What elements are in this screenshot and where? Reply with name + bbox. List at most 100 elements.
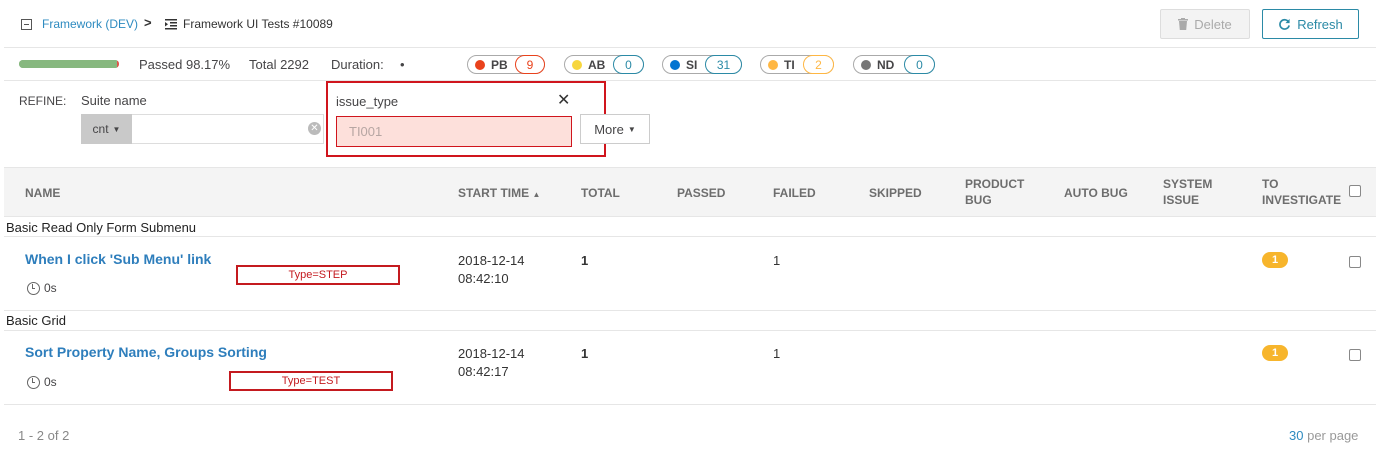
col-start-time-label: START TIME xyxy=(458,186,530,200)
row-checkbox[interactable] xyxy=(1349,256,1361,268)
test-name-link[interactable]: Sort Property Name, Groups Sorting xyxy=(25,344,267,360)
duration-value: 0s xyxy=(44,281,57,295)
divider xyxy=(4,404,1376,405)
defect-count: 0 xyxy=(904,55,935,74)
list-indent-icon xyxy=(165,19,177,30)
col-skipped[interactable]: SKIPPED xyxy=(869,185,922,201)
col-to-investigate-line1: TO xyxy=(1262,177,1279,191)
divider xyxy=(4,47,1376,48)
col-passed[interactable]: PASSED xyxy=(677,185,725,201)
total-value: 1 xyxy=(581,346,589,361)
failed-value[interactable]: 1 xyxy=(773,345,780,363)
pass-progress-bar xyxy=(19,60,119,68)
passed-stat: Passed 98.17% xyxy=(139,57,231,72)
defect-ti[interactable]: TI 2 xyxy=(760,55,834,74)
start-date: 2018-12-14 xyxy=(458,346,525,361)
start-time: 2018-12-14 08:42:17 xyxy=(458,345,525,381)
start-date: 2018-12-14 xyxy=(458,253,525,268)
duration-value: 0s xyxy=(44,375,57,389)
defect-nd[interactable]: ND 0 xyxy=(853,55,935,74)
more-label: More xyxy=(594,121,624,137)
start-clock: 08:42:17 xyxy=(458,364,509,379)
nd-dot-icon xyxy=(861,59,871,70)
defect-count: 31 xyxy=(705,55,742,74)
delete-button[interactable]: Delete xyxy=(1160,9,1250,39)
breadcrumb-separator: > xyxy=(144,15,152,30)
per-page-selector[interactable]: 30 per page xyxy=(1289,428,1358,443)
per-page-label: per page xyxy=(1307,428,1359,443)
pb-dot-icon xyxy=(475,59,485,70)
col-system-issue-line2: ISSUE xyxy=(1163,193,1200,207)
group-label: Basic Grid xyxy=(6,313,66,328)
col-product-bug-line1: PRODUCT xyxy=(965,177,1025,191)
divider xyxy=(4,310,1376,311)
breadcrumb-launch-link[interactable]: Framework (DEV) xyxy=(42,17,138,31)
collapse-icon[interactable] xyxy=(21,19,32,30)
to-investigate-badge[interactable]: 1 xyxy=(1262,345,1288,361)
select-all-checkbox[interactable] xyxy=(1349,185,1361,197)
delete-label: Delete xyxy=(1194,16,1232,32)
total-stat: Total 2292 xyxy=(249,57,309,72)
issue-type-input[interactable]: TI001 xyxy=(336,116,572,147)
defect-pb[interactable]: PB 9 xyxy=(467,55,545,74)
pagination-range: 1 - 2 of 2 xyxy=(18,428,70,443)
group-label: Basic Read Only Form Submenu xyxy=(6,220,197,235)
sort-asc-icon: ▲ xyxy=(532,190,541,199)
defect-count: 0 xyxy=(613,55,644,74)
divider xyxy=(4,80,1376,81)
duration-value: • xyxy=(400,57,405,72)
total-value: 1 xyxy=(581,253,589,268)
duration: 0s xyxy=(27,281,57,295)
condition-dropdown[interactable]: cnt ▼ xyxy=(81,114,132,144)
clock-icon xyxy=(27,281,40,295)
refine-label: REFINE: xyxy=(19,94,67,108)
defect-code: SI xyxy=(686,57,698,72)
issue-type-title: issue_type xyxy=(336,94,399,109)
defect-count: 2 xyxy=(803,55,834,74)
test-name-link[interactable]: When I click 'Sub Menu' link xyxy=(25,251,211,267)
type-annotation: Type=TEST xyxy=(229,371,393,391)
col-name[interactable]: NAME xyxy=(25,185,60,201)
refresh-button[interactable]: Refresh xyxy=(1262,9,1359,39)
trash-icon xyxy=(1178,18,1189,30)
col-system-issue[interactable]: SYSTEM ISSUE xyxy=(1163,176,1212,208)
col-start-time[interactable]: START TIME ▲ xyxy=(458,185,540,203)
clock-icon xyxy=(27,375,40,389)
progress-fill xyxy=(19,60,118,68)
col-to-investigate-line2: INVESTIGATE xyxy=(1262,193,1342,207)
divider xyxy=(4,330,1376,331)
breadcrumb-current: Framework UI Tests #10089 xyxy=(183,17,333,31)
start-time: 2018-12-14 08:42:10 xyxy=(458,252,525,288)
duration-label: Duration: xyxy=(331,57,384,72)
refresh-icon xyxy=(1279,18,1291,30)
col-failed[interactable]: FAILED xyxy=(773,185,816,201)
suite-name-label: Suite name xyxy=(81,93,147,108)
start-clock: 08:42:10 xyxy=(458,271,509,286)
refresh-label: Refresh xyxy=(1297,16,1343,32)
defect-ab[interactable]: AB 0 xyxy=(564,55,644,74)
failed-value[interactable]: 1 xyxy=(773,252,780,270)
defect-code: ND xyxy=(877,57,895,72)
ti-dot-icon xyxy=(768,59,778,70)
col-to-investigate[interactable]: TO INVESTIGATE xyxy=(1262,176,1341,208)
defect-si[interactable]: SI 31 xyxy=(662,55,742,74)
col-auto-bug[interactable]: AUTO BUG xyxy=(1064,185,1128,201)
row-checkbox[interactable] xyxy=(1349,349,1361,361)
more-filters-button[interactable]: More ▼ xyxy=(580,114,650,144)
progress-fail xyxy=(117,60,119,68)
caret-down-icon: ▼ xyxy=(627,124,636,134)
col-total[interactable]: TOTAL xyxy=(581,185,620,201)
defect-code: PB xyxy=(491,57,508,72)
defect-code: AB xyxy=(588,57,606,72)
to-investigate-badge[interactable]: 1 xyxy=(1262,252,1288,268)
close-icon[interactable]: ✕ xyxy=(557,90,570,110)
col-system-issue-line1: SYSTEM xyxy=(1163,177,1213,191)
clear-icon[interactable]: ✕ xyxy=(308,122,321,135)
ab-dot-icon xyxy=(572,59,582,70)
suite-name-input[interactable] xyxy=(132,114,324,144)
caret-down-icon: ▼ xyxy=(112,124,121,134)
si-dot-icon xyxy=(670,59,680,70)
col-product-bug[interactable]: PRODUCT BUG xyxy=(965,176,1024,208)
per-page-value[interactable]: 30 xyxy=(1289,428,1303,443)
defect-code: TI xyxy=(784,57,795,72)
